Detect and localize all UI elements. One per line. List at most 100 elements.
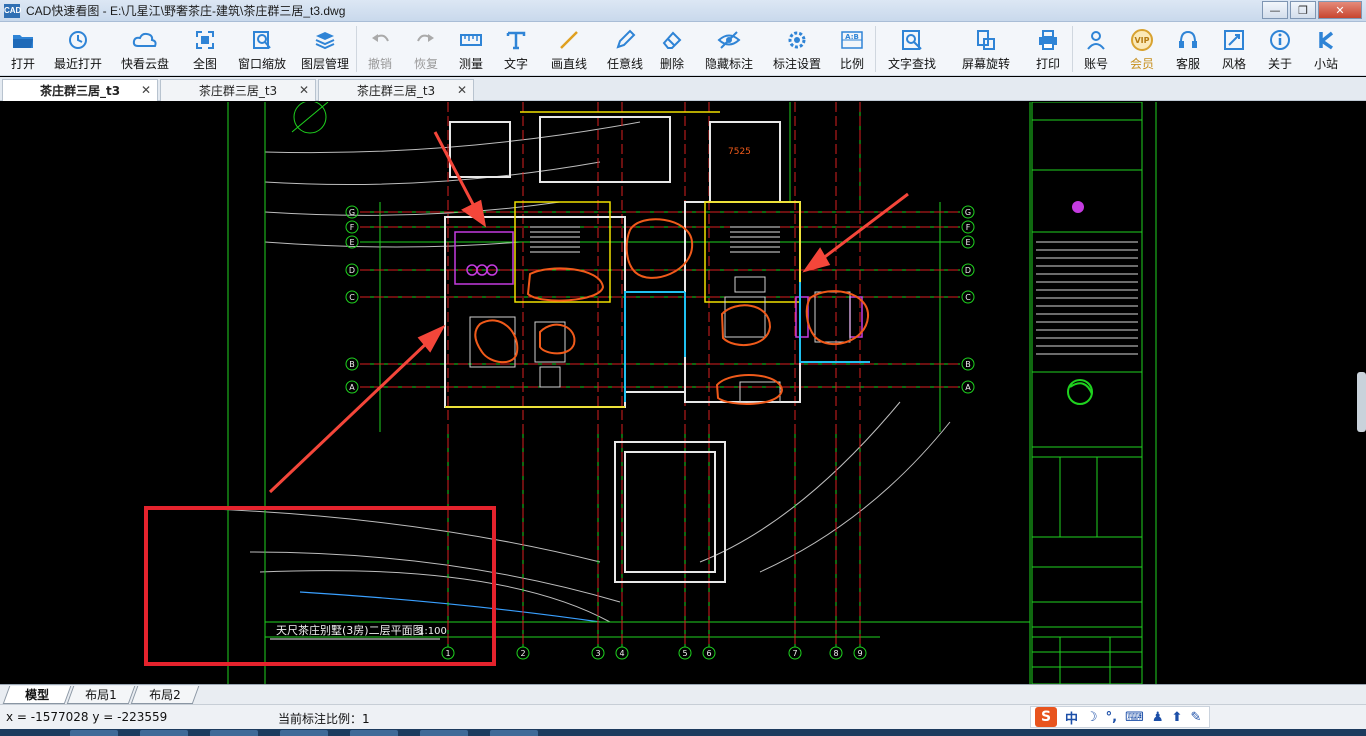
toolbar-measure-button[interactable]: 测量 [449, 22, 493, 76]
toolbar-label: 恢复 [413, 57, 438, 71]
svg-text:5: 5 [682, 649, 687, 658]
wrench-icon[interactable]: ✎ [1190, 710, 1201, 725]
close-tab-icon[interactable]: ✕ [299, 83, 309, 97]
toolbar-label: 关于 [1267, 57, 1292, 71]
svg-text:C: C [349, 293, 355, 302]
layers-icon [312, 28, 338, 52]
skin-icon[interactable]: ⬆ [1172, 710, 1183, 725]
layout-tab-label: 模型 [25, 688, 50, 702]
svg-text:F: F [350, 223, 355, 232]
toolbar-full-button[interactable]: 全图 [180, 22, 230, 76]
toolbar-label: 测量 [458, 57, 483, 71]
layout-tab-model[interactable]: 模型 [2, 686, 72, 704]
ime-user-icon[interactable]: ♟ [1152, 710, 1164, 725]
undo-icon [367, 28, 393, 52]
punctuation-icon[interactable]: °, [1106, 710, 1117, 725]
layout-tab-1[interactable]: 布局1 [66, 686, 136, 704]
toolbar-undo-button[interactable]: 撤销 [357, 22, 403, 76]
toolbar-support-button[interactable]: 客服 [1165, 22, 1211, 76]
toolbar-redo-button[interactable]: 恢复 [403, 22, 449, 76]
toolbar-open-button[interactable]: 打开 [0, 22, 46, 76]
toolbar-label: 窗口缩放 [237, 57, 286, 71]
style-icon [1221, 28, 1247, 52]
taskbar-item[interactable] [210, 730, 258, 736]
toolbar-rotate-button[interactable]: 屏幕旋转 [948, 22, 1024, 76]
svg-text:4: 4 [619, 649, 624, 658]
maximize-button[interactable]: ❐ [1290, 1, 1316, 19]
site-contour-lines [149, 121, 951, 623]
toolbar-delete-button[interactable]: 删除 [651, 22, 693, 76]
highlight-rectangle [144, 506, 496, 666]
toolbar-label: 撤销 [367, 57, 392, 71]
printer-icon [1035, 28, 1061, 52]
os-taskbar [0, 729, 1366, 736]
doc-tab-3[interactable]: 茶庄群三居_t3 ✕ [318, 79, 474, 101]
dimension-label: 7525 [728, 147, 751, 157]
title-bar[interactable]: CAD CAD快速看图 - E:\几星江\野奢茶庄-建筑\茶庄群三居_t3.dw… [0, 0, 1366, 22]
toolbar-about-button[interactable]: 关于 [1257, 22, 1303, 76]
minimize-button[interactable]: — [1262, 1, 1288, 19]
toolbar-cloud-button[interactable]: 快看云盘 [110, 22, 180, 76]
layout-tab-2[interactable]: 布局2 [130, 686, 200, 704]
toolbar-style-button[interactable]: 风格 [1211, 22, 1257, 76]
keyboard-icon[interactable]: ⌨ [1125, 710, 1144, 725]
toolbar-label: 打开 [10, 57, 35, 71]
toolbar-hide-marks-button[interactable]: 隐藏标注 [693, 22, 765, 76]
cursor-coordinates: x = -1577028 y = -223559 [6, 710, 168, 724]
doc-tab-label: 茶庄群三居_t3 [198, 84, 278, 98]
toolbar-site-button[interactable]: 小站 [1303, 22, 1349, 76]
toolbar-freeline-button[interactable]: 任意线 [599, 22, 651, 76]
toolbar-account-button[interactable]: 账号 [1073, 22, 1119, 76]
vertical-scroll-handle[interactable] [1357, 372, 1366, 432]
water-line [299, 591, 601, 623]
toolbar-line-button[interactable]: 画直线 [539, 22, 599, 76]
svg-text:G: G [965, 208, 971, 217]
toolbar-label: 画直线 [550, 57, 587, 71]
taskbar-item[interactable] [280, 730, 328, 736]
toolbar-print-button[interactable]: 打印 [1024, 22, 1072, 76]
layout-tab-bar: 模型 布局1 布局2 [0, 684, 1366, 704]
toolbar-recent-button[interactable]: 最近打开 [46, 22, 110, 76]
redo-icon [413, 28, 439, 52]
taskbar-item[interactable] [350, 730, 398, 736]
ime-language-toggle[interactable]: 中 [1065, 708, 1078, 727]
layout-tab-label: 布局1 [85, 688, 117, 702]
close-tab-icon[interactable]: ✕ [141, 83, 151, 97]
toolbar-vip-button[interactable]: VIP 会员 [1119, 22, 1165, 76]
toolbar-text-button[interactable]: 文字 [493, 22, 539, 76]
ratio-icon: A:B [839, 28, 865, 52]
close-tab-icon[interactable]: ✕ [457, 83, 467, 97]
doc-tab-label: 茶庄群三居_t3 [356, 84, 436, 98]
toolbar-text-search-button[interactable]: 文字查找 [876, 22, 948, 76]
taskbar-item[interactable] [490, 730, 538, 736]
line-icon [556, 28, 582, 52]
toolbar-window-zoom-button[interactable]: 窗口缩放 [230, 22, 294, 76]
doc-tab-2[interactable]: 茶庄群三居_t3 ✕ [160, 79, 316, 101]
toolbar-mark-settings-button[interactable]: 标注设置 [765, 22, 829, 76]
toolbar-label: 客服 [1175, 57, 1200, 71]
svg-text:2: 2 [520, 649, 525, 658]
floor-plan-drawing[interactable]: G F E D C B A G F E D C B A 1 2 3 4 5 6 [0, 102, 1366, 684]
taskbar-item[interactable] [420, 730, 468, 736]
svg-text:B: B [965, 360, 971, 369]
eye-icon [716, 28, 742, 52]
moon-icon[interactable]: ☽ [1086, 710, 1098, 725]
north-compass-icon [291, 102, 329, 134]
fullview-icon [192, 28, 218, 52]
taskbar-item[interactable] [140, 730, 188, 736]
toolbar-ratio-button[interactable]: A:B 比例 [829, 22, 875, 76]
doc-tab-1[interactable]: 茶庄群三居_t3 ✕ [2, 79, 158, 101]
svg-text:D: D [965, 266, 971, 275]
k-icon [1313, 28, 1339, 52]
close-window-button[interactable]: ✕ [1318, 1, 1362, 19]
svg-text:F: F [966, 223, 971, 232]
ime-toolbar[interactable]: S 中 ☽ °, ⌨ ♟ ⬆ ✎ [1030, 706, 1211, 728]
eraser-icon [659, 28, 685, 52]
sogou-logo-icon[interactable]: S [1035, 707, 1057, 727]
furniture-white [469, 276, 851, 403]
toolbar-layers-button[interactable]: 图层管理 [294, 22, 356, 76]
drawing-canvas[interactable]: G F E D C B A G F E D C B A 1 2 3 4 5 6 [0, 102, 1366, 684]
toolbar-label: 标注设置 [772, 57, 821, 71]
taskbar-item[interactable] [70, 730, 118, 736]
clock-icon [65, 28, 91, 52]
